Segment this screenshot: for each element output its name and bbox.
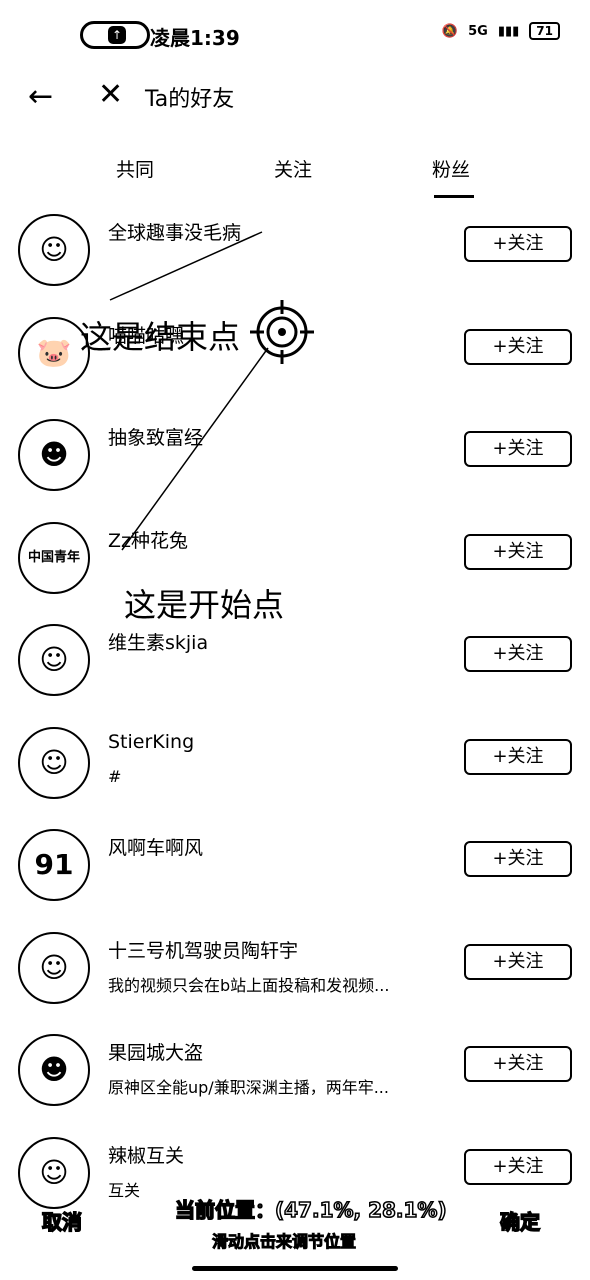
crosshair-target-icon[interactable] [250,300,314,364]
cancel-button[interactable]: 取消 [41,1206,83,1235]
record-icon: ↑ [108,26,126,44]
avatar-image: ☺ [39,950,69,984]
user-name: 风啊车啊风 [108,837,204,859]
current-position-text: 当前位置：(47.1%, 28.1%) [174,1197,447,1223]
avatar-image: 91 [34,848,74,881]
confirm-button[interactable]: 确定 [499,1206,541,1235]
avatar-image: ☻ [39,438,69,471]
avatar[interactable]: ☺ [18,931,90,1004]
user-desc: 我的视频只会在b站上面投稿和发视频... [108,975,390,995]
follow-button[interactable]: +关注 [464,328,572,365]
status-icons: 🔕 5G ▮▮▮ 71 [442,22,560,40]
follow-button[interactable]: +关注 [464,1046,572,1082]
status-bar: ↑ 凌晨1:39 🔕 5G ▮▮▮ 71 [0,18,590,54]
user-name: 辣椒互关 [108,1144,185,1167]
follow-button[interactable]: +关注 [464,943,572,980]
back-arrow-icon[interactable]: ← [28,79,53,114]
top-nav: ← ✕ Ta的好友 [0,75,590,119]
avatar-image: 中国青年 [27,549,80,565]
user-name: 果园城大盗 [108,1042,204,1064]
avatar-image: ☺ [39,643,69,676]
adjust-hint-text: 滑动点击来调节位置 [211,1232,357,1252]
follow-button[interactable]: +关注 [464,738,572,775]
tab-following[interactable]: 关注 [274,155,312,182]
follow-button[interactable]: +关注 [464,533,572,570]
follow-button[interactable]: +关注 [464,431,572,467]
avatar[interactable]: 91 [18,829,90,901]
follow-button[interactable]: +关注 [464,226,572,262]
list-item[interactable]: ☺ 维生素skjia +关注 [0,618,590,721]
list-item[interactable]: ☻ 果园城大盗原神区全能up/兼职深渊主播，两年牢... +关注 [0,1028,590,1131]
battery-icon: 71 [529,22,560,40]
avatar[interactable]: ☺ [18,214,90,286]
position-bar: 取消 当前位置：(47.1%, 28.1%) 滑动点击来调节位置 确定 [0,1188,590,1252]
tab-fans[interactable]: 粉丝 [432,155,470,182]
avatar-image: ☻ [39,1053,69,1086]
signal-icon: ▮▮▮ [497,23,520,39]
avatar[interactable]: ☺ [18,624,90,696]
follow-button[interactable]: +关注 [464,636,572,672]
tab-bar: 共同 关注 粉丝 [0,155,590,199]
tab-mutual[interactable]: 共同 [116,155,154,182]
mute-icon: 🔕 [441,23,459,39]
list-item[interactable]: ☺ StierKing # +关注 [0,721,590,824]
network-label: 5G [468,23,488,39]
list-item[interactable]: 中国青年 Zz种花兔 +关注 [0,516,590,619]
avatar-image: 🐷 [36,335,72,369]
status-time: 凌晨1:39 [150,26,240,50]
screen-record-pill[interactable]: ↑ [80,21,150,49]
avatar-image: ☺ [39,745,69,779]
user-name: StierKing [108,730,195,753]
user-name: Zz种花兔 [108,529,188,552]
user-name: 全球趣事没毛病 [108,222,242,244]
start-point-label: 这是开始点 [124,586,285,624]
list-item[interactable]: 91 风啊车啊风 +关注 [0,823,590,926]
page-title: Ta的好友 [145,87,235,112]
user-name: 抽象致富经 [108,427,204,449]
user-name: 维生素skjia [108,632,209,654]
home-indicator[interactable] [192,1266,398,1271]
avatar[interactable]: 中国青年 [18,521,90,594]
list-item[interactable]: ☺ 十三号机驾驶员陶轩宇我的视频只会在b站上面投稿和发视频... +关注 [0,926,590,1029]
user-name: 十三号机驾驶员陶轩宇 [108,939,299,962]
follow-button[interactable]: +关注 [464,841,572,877]
active-tab-indicator [434,195,474,198]
end-point-label: 这是结束点 [80,318,241,356]
list-item[interactable]: ☺ 全球趣事没毛病 +关注 [0,208,590,311]
avatar[interactable]: ☻ [18,1034,90,1106]
user-desc: # [108,766,122,786]
follow-button[interactable]: +关注 [464,1148,572,1185]
close-icon[interactable]: ✕ [98,77,123,112]
user-desc: 原神区全能up/兼职深渊主播，两年牢... [108,1078,389,1097]
avatar[interactable]: ☻ [18,419,90,491]
avatar-image: ☺ [39,233,69,266]
list-item[interactable]: ☻ 抽象致富经 +关注 [0,413,590,516]
avatar[interactable]: ☺ [18,726,90,799]
